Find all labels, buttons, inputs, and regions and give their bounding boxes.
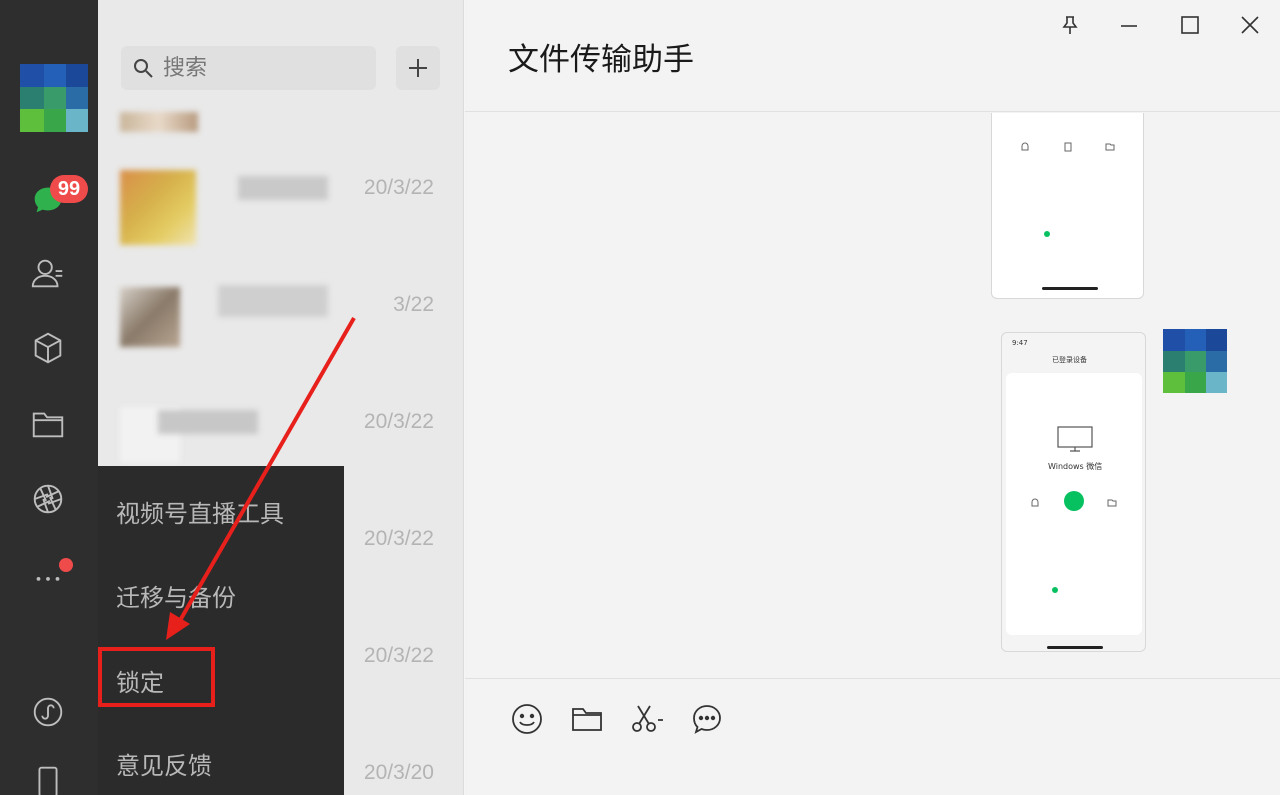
chat-list-item[interactable]: 20/3/22 — [98, 362, 463, 479]
menu-item-feedback[interactable]: 意见反馈 — [116, 746, 212, 781]
home-indicator — [1042, 287, 1098, 290]
folder-icon — [1105, 143, 1115, 151]
chat-date: 20/3/22 — [363, 527, 434, 550]
device-label: Windows 微信 — [1048, 462, 1103, 471]
status-dot — [1052, 587, 1058, 593]
favorites-icon[interactable] — [27, 327, 69, 369]
chat-title: 文件传输助手 — [508, 42, 694, 78]
screenshot-scissors-icon[interactable] — [627, 699, 667, 739]
sender-avatar[interactable] — [1163, 329, 1227, 393]
chat-name-blurred — [218, 285, 328, 317]
menu-item-migrate-backup[interactable]: 迁移与备份 — [116, 578, 236, 613]
chat-date: 20/3/22 — [363, 644, 434, 667]
pin-icon[interactable] — [1055, 10, 1085, 40]
phone-header: 已登录设备 — [1052, 356, 1087, 364]
close-icon[interactable] — [1235, 10, 1265, 40]
emoji-icon[interactable] — [507, 699, 547, 739]
status-dot — [1044, 231, 1050, 237]
chat-list-item[interactable]: 3/22 — [98, 245, 463, 362]
chat-header: 文件传输助手 — [465, 0, 1280, 112]
message-image-phone-screenshot[interactable] — [991, 113, 1144, 299]
search-icon — [134, 59, 153, 78]
sidebar: 99 — [0, 0, 98, 795]
chat-name-blurred — [158, 410, 258, 434]
lock-circle-icon — [1064, 491, 1084, 511]
chat-avatar-blurred — [120, 287, 180, 347]
chat-list-item[interactable]: 20/3/22 — [98, 128, 463, 245]
user-avatar[interactable] — [20, 64, 88, 132]
miniprogram-icon[interactable] — [27, 691, 69, 733]
monitor-icon — [1057, 426, 1093, 452]
chat-date: 20/3/22 — [363, 410, 434, 433]
unread-badge: 99 — [50, 175, 88, 203]
chat-date: 20/3/20 — [363, 761, 434, 784]
chat-window: 文件传输助手 9:47 已登录设备 Windows 微信 — [465, 0, 1280, 795]
plus-icon — [409, 59, 427, 77]
contacts-icon[interactable] — [27, 252, 69, 294]
bell-icon — [1031, 498, 1039, 507]
phone-icon[interactable] — [27, 760, 69, 795]
chat-date: 3/22 — [393, 293, 434, 316]
more-notification-dot — [59, 558, 73, 572]
folder-icon[interactable] — [567, 699, 607, 739]
input-toolbar — [465, 678, 1280, 795]
minimize-icon[interactable] — [1114, 10, 1144, 40]
lock-highlight-box — [98, 647, 215, 707]
chat-date: 20/3/22 — [363, 176, 434, 199]
files-icon[interactable] — [27, 403, 69, 445]
moments-icon[interactable] — [27, 478, 69, 520]
chat-avatar-blurred — [120, 170, 196, 245]
message-image-phone-screenshot[interactable]: 9:47 已登录设备 Windows 微信 — [1001, 332, 1146, 652]
phone-time: 9:47 — [1012, 339, 1028, 347]
chat-name-blurred — [238, 176, 328, 200]
menu-item-live-tool[interactable]: 视频号直播工具 — [116, 494, 284, 529]
message-area: 9:47 已登录设备 Windows 微信 — [465, 113, 1280, 678]
maximize-icon[interactable] — [1175, 10, 1205, 40]
file-icon — [1064, 142, 1072, 152]
more-menu: 视频号直播工具 迁移与备份 锁定 意见反馈 — [98, 466, 344, 795]
folder-icon — [1107, 499, 1117, 507]
home-indicator — [1047, 646, 1103, 649]
chat-history-icon[interactable] — [687, 699, 727, 739]
bell-icon — [1021, 142, 1029, 151]
add-chat-button[interactable] — [396, 46, 440, 90]
device-card: Windows 微信 — [1006, 373, 1142, 635]
search-input[interactable] — [163, 52, 363, 84]
search-box[interactable] — [121, 46, 376, 90]
